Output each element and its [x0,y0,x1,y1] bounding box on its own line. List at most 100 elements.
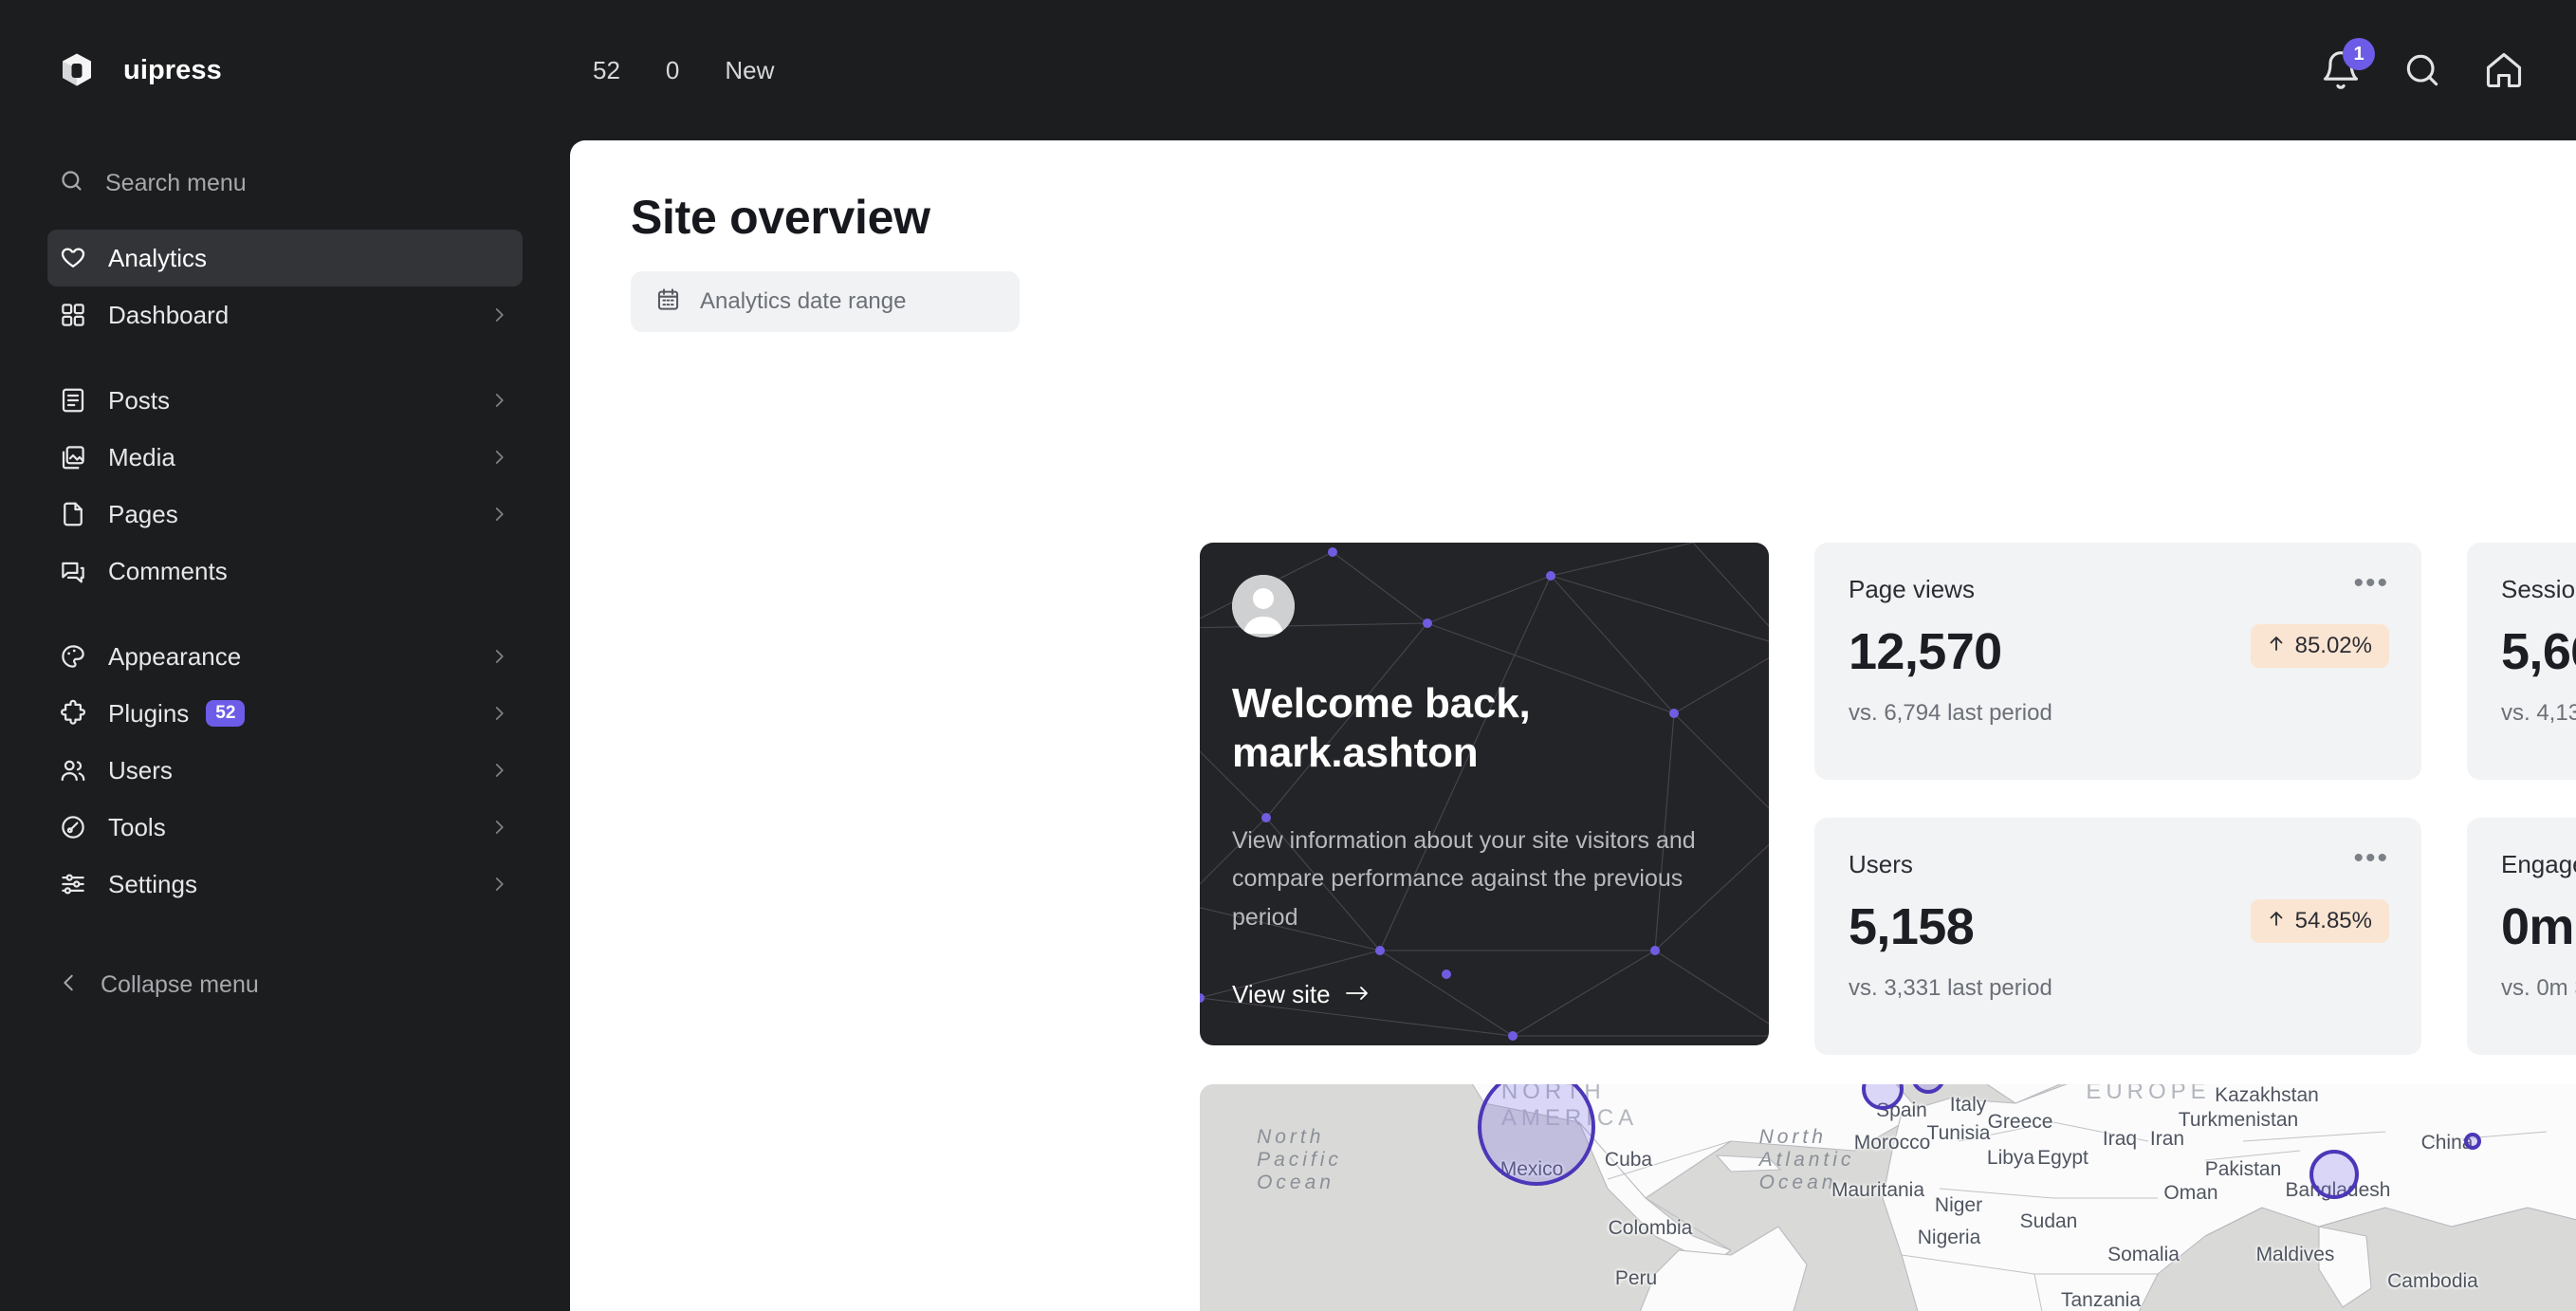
sidebar-group-admin: Appearance Plugins 52 Users Tools Settin… [0,628,570,913]
sidebar-item-settings[interactable]: Settings [47,856,523,913]
map-label-country: Cuba [1604,1149,1653,1171]
topnav-updates-count[interactable]: 52 [570,0,643,140]
stat-value: 12,570 [1849,623,2002,680]
sidebar-item-analytics[interactable]: Analytics [47,230,523,286]
search-placeholder: Search menu [105,169,247,196]
date-range-picker[interactable]: Analytics date range [631,271,1020,332]
calendar-icon [655,286,681,317]
map-label-country: Nigeria [1917,1227,1981,1248]
brand-name: uipress [123,54,222,85]
sidebar-item-label: Analytics [108,243,208,272]
ellipsis-icon[interactable]: ••• [2353,844,2389,873]
cube-logo-icon [55,48,99,92]
sidebar-item-label: Comments [108,556,228,585]
view-site-link[interactable]: View site [1232,980,1371,1009]
chevron-right-icon [490,392,507,409]
notifications-badge: 1 [2343,38,2375,70]
sidebar-item-label: Tools [108,812,166,841]
map-label-country: Turkmenistan [2178,1109,2299,1131]
map-data-bubble[interactable] [2309,1150,2359,1199]
media-icon [59,443,87,471]
tools-icon [59,813,87,841]
stat-delta-value: 54.85% [2294,908,2372,933]
stat-card-sessions[interactable]: Sessions ••• 5,668 37.04% vs. 4,136 last… [2467,543,2576,780]
chevron-right-icon [490,762,507,779]
stat-delta: 85.02% [2250,624,2389,668]
map-label-country: Pakistan [2204,1158,2282,1180]
page-title: Site overview [631,191,930,244]
map-label-country: Oman [2163,1182,2218,1204]
map-data-bubble[interactable] [2464,1133,2481,1150]
map-label-country: Tanzania [2060,1289,2142,1311]
arrow-up-icon [2268,908,2285,934]
map-label-country: Tunisia [1926,1122,1991,1144]
search-icon[interactable] [2401,49,2443,91]
top-nav: 52 0 New [570,0,797,140]
stat-value: 5,158 [1849,898,1975,955]
map-label-country: Libya [1986,1147,2035,1169]
sidebar-item-label: Settings [108,869,197,898]
map-label-country: Iraq [2102,1128,2138,1150]
arrow-right-icon [1344,980,1371,1009]
chevron-right-icon [490,449,507,466]
map-label-continent: EUROPE [2086,1084,2211,1104]
visitor-map[interactable]: North Pacific Ocean North Atlantic Ocean NOR… [1200,1084,2576,1311]
sidebar: Search menu Analytics Dashboard Posts Me… [0,140,570,1311]
heart-icon [59,244,87,272]
collapse-menu-label: Collapse menu [101,970,259,998]
stat-comparison: vs. 0m 39s last period [2501,975,2576,1001]
map-label-country: Somalia [2107,1244,2180,1265]
arrow-up-icon [2268,633,2285,659]
sidebar-item-appearance[interactable]: Appearance [47,628,523,685]
users-icon [59,756,87,785]
stat-card-page-views[interactable]: Page views ••• 12,570 85.02% vs. 6,794 l… [1814,543,2421,780]
chevron-right-icon [490,506,507,523]
map-label-country: Italy [1949,1094,1987,1116]
date-range-label: Analytics date range [700,288,907,314]
stat-delta-value: 85.02% [2294,633,2372,658]
notifications-button[interactable]: 1 [2320,38,2375,91]
sidebar-item-label: Posts [108,385,171,415]
sidebar-item-label: Appearance [108,641,242,671]
sidebar-divider-2 [0,600,570,628]
sidebar-item-comments[interactable]: Comments [47,543,523,600]
collapse-menu-button[interactable]: Collapse menu [0,956,570,1013]
home-icon[interactable] [2483,49,2525,91]
welcome-card[interactable]: Welcome back, mark.ashton View informati… [1200,543,1769,1045]
stat-value: 0m 49s [2501,898,2576,955]
stat-label: Page views [1849,575,1975,603]
stat-label: Users [1849,850,1913,878]
map-label-country: Mauritania [1831,1179,1925,1201]
stat-card-users[interactable]: Users ••• 5,158 54.85% vs. 3,331 last pe… [1814,818,2421,1055]
palette-icon [59,642,87,671]
stat-card-engagement-time[interactable]: Engagement time ••• 0m 49s 94.14% vs. 0m… [2467,818,2576,1055]
search-input[interactable]: Search menu [0,154,570,212]
sidebar-item-media[interactable]: Media [47,429,523,486]
map-label-country: Greece [1987,1111,2053,1133]
sidebar-item-users[interactable]: Users [47,742,523,799]
plugin-icon [59,699,87,728]
sidebar-group-primary: Analytics Dashboard [0,230,570,343]
sidebar-item-label: Media [108,442,175,471]
map-label-ocean: North Pacific Ocean [1257,1126,1342,1193]
sliders-icon [59,870,87,898]
ellipsis-icon[interactable]: ••• [2353,569,2389,598]
chevron-right-icon [490,876,507,893]
stat-delta: 54.85% [2250,899,2389,943]
comment-icon [59,557,87,585]
brand[interactable]: uipress [0,0,570,140]
welcome-title: Welcome back, mark.ashton [1232,680,1531,776]
sidebar-item-dashboard[interactable]: Dashboard [47,286,523,343]
sidebar-item-pages[interactable]: Pages [47,486,523,543]
topnav-comments-count[interactable]: 0 [643,0,702,140]
map-label-country: Peru [1614,1267,1658,1289]
main-content: Site overview Analytics date range Welco… [570,140,2576,1311]
sidebar-group-content: Posts Media Pages Comments [0,372,570,600]
sidebar-item-posts[interactable]: Posts [47,372,523,429]
sidebar-item-plugins[interactable]: Plugins 52 [47,685,523,742]
stat-comparison: vs. 6,794 last period [1849,700,2052,726]
topnav-new[interactable]: New [702,0,797,140]
map-label-country: Morocco [1853,1132,1931,1154]
top-bar-actions: 1 [2320,0,2525,140]
sidebar-item-tools[interactable]: Tools [47,799,523,856]
